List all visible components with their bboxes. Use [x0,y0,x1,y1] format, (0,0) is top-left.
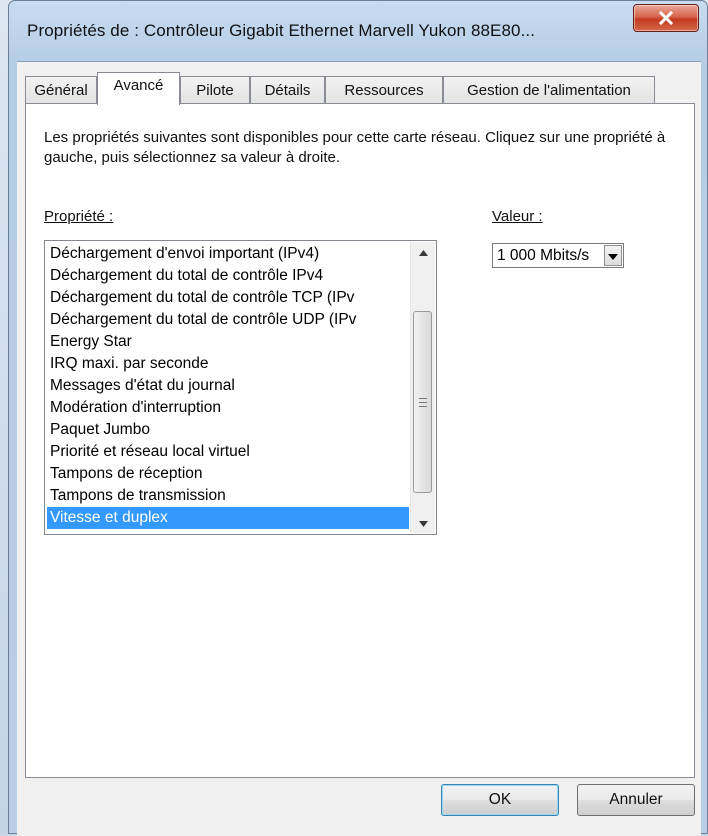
tab-strip: Général Avancé Pilote Détails Ressources… [25,72,695,105]
value-label-text: Valeur : [492,208,543,225]
property-listbox[interactable]: Déchargement d'envoi important (IPv4) Dé… [44,240,437,535]
title-bar[interactable]: Propriétés de : Contrôleur Gigabit Ether… [9,1,707,65]
scroll-up-button[interactable] [411,242,435,262]
arrow-up-icon [418,243,428,261]
list-item[interactable]: Déchargement d'envoi important (IPv4) [47,243,409,265]
arrow-down-icon [418,514,428,532]
tab-advanced[interactable]: Avancé [97,72,180,105]
close-button[interactable] [633,4,699,32]
value-dropdown[interactable]: 1 000 Mbits/s [492,243,624,268]
list-item[interactable]: Tampons de réception [47,463,409,485]
tab-details[interactable]: Détails [250,76,325,103]
list-item[interactable]: IRQ maxi. par seconde [47,353,409,375]
list-item[interactable]: Priorité et réseau local virtuel [47,441,409,463]
tab-driver[interactable]: Pilote [180,76,250,103]
tab-resources[interactable]: Ressources [325,76,443,103]
list-item[interactable]: Modération d'interruption [47,397,409,419]
list-item[interactable]: Tampons de transmission [47,485,409,507]
close-icon [658,11,674,25]
dropdown-button[interactable] [604,245,622,266]
value-label: Valeur : [492,208,543,225]
tab-power-management[interactable]: Gestion de l'alimentation [443,76,655,103]
grip-icon [418,397,427,407]
properties-dialog: Propriétés de : Contrôleur Gigabit Ether… [8,0,708,836]
advanced-tab-panel: Les propriétés suivantes sont disponible… [25,103,695,778]
vertical-scrollbar[interactable] [410,242,435,533]
list-item[interactable]: Paquet Jumbo [47,419,409,441]
property-label-text: Propriété : [44,208,114,225]
scroll-down-button[interactable] [411,513,435,533]
scroll-thumb[interactable] [413,311,432,493]
property-list: Déchargement d'envoi important (IPv4) Dé… [47,243,409,529]
list-item[interactable]: Déchargement du total de contrôle TCP (I… [47,287,409,309]
chevron-down-icon [608,247,618,265]
list-item[interactable]: Energy Star [47,331,409,353]
tab-general[interactable]: Général [25,76,97,103]
ok-button[interactable]: OK [441,784,559,816]
value-dropdown-selected: 1 000 Mbits/s [497,247,590,264]
list-item[interactable]: Déchargement du total de contrôle UDP (I… [47,309,409,331]
property-label: Propriété : [44,208,113,225]
list-item[interactable]: Messages d'état du journal [47,375,409,397]
window-title: Propriétés de : Contrôleur Gigabit Ether… [27,21,536,40]
list-item-selected[interactable]: Vitesse et duplex [47,507,409,529]
desktop-background: Propriétés de : Contrôleur Gigabit Ether… [0,0,708,836]
list-item[interactable]: Déchargement du total de contrôle IPv4 [47,265,409,287]
panel-description: Les propriétés suivantes sont disponible… [44,129,666,166]
cancel-button[interactable]: Annuler [577,784,695,816]
dialog-client-area: Général Avancé Pilote Détails Ressources… [17,61,701,836]
